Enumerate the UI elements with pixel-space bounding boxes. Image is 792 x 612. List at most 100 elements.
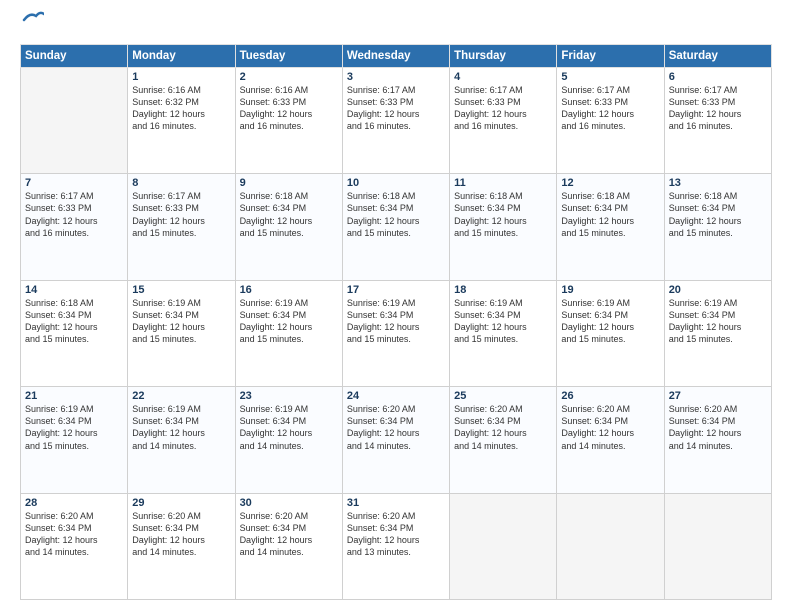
day-info: Sunrise: 6:17 AM Sunset: 6:33 PM Dayligh…	[561, 84, 659, 133]
day-info: Sunrise: 6:19 AM Sunset: 6:34 PM Dayligh…	[132, 403, 230, 452]
calendar-cell: 19Sunrise: 6:19 AM Sunset: 6:34 PM Dayli…	[557, 280, 664, 386]
page: SundayMondayTuesdayWednesdayThursdayFrid…	[0, 0, 792, 612]
calendar-cell	[557, 493, 664, 599]
calendar-cell: 5Sunrise: 6:17 AM Sunset: 6:33 PM Daylig…	[557, 67, 664, 173]
day-info: Sunrise: 6:19 AM Sunset: 6:34 PM Dayligh…	[240, 297, 338, 346]
day-info: Sunrise: 6:19 AM Sunset: 6:34 PM Dayligh…	[561, 297, 659, 346]
day-info: Sunrise: 6:19 AM Sunset: 6:34 PM Dayligh…	[347, 297, 445, 346]
day-number: 31	[347, 497, 445, 509]
calendar-cell	[21, 67, 128, 173]
day-info: Sunrise: 6:17 AM Sunset: 6:33 PM Dayligh…	[347, 84, 445, 133]
day-number: 19	[561, 284, 659, 296]
day-number: 20	[669, 284, 767, 296]
calendar-cell: 2Sunrise: 6:16 AM Sunset: 6:33 PM Daylig…	[235, 67, 342, 173]
day-info: Sunrise: 6:19 AM Sunset: 6:34 PM Dayligh…	[132, 297, 230, 346]
day-info: Sunrise: 6:19 AM Sunset: 6:34 PM Dayligh…	[454, 297, 552, 346]
calendar-cell: 6Sunrise: 6:17 AM Sunset: 6:33 PM Daylig…	[664, 67, 771, 173]
day-info: Sunrise: 6:18 AM Sunset: 6:34 PM Dayligh…	[347, 190, 445, 239]
day-number: 27	[669, 390, 767, 402]
day-number: 7	[25, 177, 123, 189]
day-info: Sunrise: 6:20 AM Sunset: 6:34 PM Dayligh…	[454, 403, 552, 452]
day-number: 29	[132, 497, 230, 509]
calendar-cell: 29Sunrise: 6:20 AM Sunset: 6:34 PM Dayli…	[128, 493, 235, 599]
day-info: Sunrise: 6:17 AM Sunset: 6:33 PM Dayligh…	[132, 190, 230, 239]
day-info: Sunrise: 6:19 AM Sunset: 6:34 PM Dayligh…	[25, 403, 123, 452]
calendar-cell: 15Sunrise: 6:19 AM Sunset: 6:34 PM Dayli…	[128, 280, 235, 386]
calendar-cell: 10Sunrise: 6:18 AM Sunset: 6:34 PM Dayli…	[342, 174, 449, 280]
day-info: Sunrise: 6:17 AM Sunset: 6:33 PM Dayligh…	[454, 84, 552, 133]
day-info: Sunrise: 6:20 AM Sunset: 6:34 PM Dayligh…	[347, 403, 445, 452]
calendar-cell: 1Sunrise: 6:16 AM Sunset: 6:32 PM Daylig…	[128, 67, 235, 173]
day-info: Sunrise: 6:20 AM Sunset: 6:34 PM Dayligh…	[561, 403, 659, 452]
calendar-table: SundayMondayTuesdayWednesdayThursdayFrid…	[20, 44, 772, 600]
day-number: 21	[25, 390, 123, 402]
calendar-cell: 26Sunrise: 6:20 AM Sunset: 6:34 PM Dayli…	[557, 387, 664, 493]
calendar-cell: 8Sunrise: 6:17 AM Sunset: 6:33 PM Daylig…	[128, 174, 235, 280]
day-number: 13	[669, 177, 767, 189]
day-number: 17	[347, 284, 445, 296]
calendar-cell: 12Sunrise: 6:18 AM Sunset: 6:34 PM Dayli…	[557, 174, 664, 280]
day-number: 24	[347, 390, 445, 402]
calendar-cell: 27Sunrise: 6:20 AM Sunset: 6:34 PM Dayli…	[664, 387, 771, 493]
calendar-cell: 17Sunrise: 6:19 AM Sunset: 6:34 PM Dayli…	[342, 280, 449, 386]
day-info: Sunrise: 6:20 AM Sunset: 6:34 PM Dayligh…	[240, 510, 338, 559]
day-info: Sunrise: 6:20 AM Sunset: 6:34 PM Dayligh…	[347, 510, 445, 559]
calendar-cell: 25Sunrise: 6:20 AM Sunset: 6:34 PM Dayli…	[450, 387, 557, 493]
day-info: Sunrise: 6:19 AM Sunset: 6:34 PM Dayligh…	[240, 403, 338, 452]
weekday-header-saturday: Saturday	[664, 44, 771, 67]
header	[20, 16, 772, 36]
day-number: 5	[561, 71, 659, 83]
day-number: 16	[240, 284, 338, 296]
weekday-header-tuesday: Tuesday	[235, 44, 342, 67]
weekday-header-sunday: Sunday	[21, 44, 128, 67]
day-info: Sunrise: 6:20 AM Sunset: 6:34 PM Dayligh…	[25, 510, 123, 559]
day-number: 9	[240, 177, 338, 189]
day-info: Sunrise: 6:18 AM Sunset: 6:34 PM Dayligh…	[454, 190, 552, 239]
logo	[20, 16, 44, 36]
calendar-cell: 30Sunrise: 6:20 AM Sunset: 6:34 PM Dayli…	[235, 493, 342, 599]
weekday-header-wednesday: Wednesday	[342, 44, 449, 67]
weekday-header-thursday: Thursday	[450, 44, 557, 67]
day-number: 18	[454, 284, 552, 296]
day-number: 22	[132, 390, 230, 402]
day-info: Sunrise: 6:17 AM Sunset: 6:33 PM Dayligh…	[25, 190, 123, 239]
day-number: 14	[25, 284, 123, 296]
day-info: Sunrise: 6:16 AM Sunset: 6:33 PM Dayligh…	[240, 84, 338, 133]
calendar-cell	[664, 493, 771, 599]
day-number: 15	[132, 284, 230, 296]
calendar-cell: 18Sunrise: 6:19 AM Sunset: 6:34 PM Dayli…	[450, 280, 557, 386]
weekday-header-friday: Friday	[557, 44, 664, 67]
day-number: 8	[132, 177, 230, 189]
weekday-header-monday: Monday	[128, 44, 235, 67]
calendar-cell: 7Sunrise: 6:17 AM Sunset: 6:33 PM Daylig…	[21, 174, 128, 280]
calendar-cell: 31Sunrise: 6:20 AM Sunset: 6:34 PM Dayli…	[342, 493, 449, 599]
day-number: 10	[347, 177, 445, 189]
day-number: 30	[240, 497, 338, 509]
day-number: 3	[347, 71, 445, 83]
calendar-cell: 22Sunrise: 6:19 AM Sunset: 6:34 PM Dayli…	[128, 387, 235, 493]
day-number: 25	[454, 390, 552, 402]
day-number: 4	[454, 71, 552, 83]
calendar-cell: 13Sunrise: 6:18 AM Sunset: 6:34 PM Dayli…	[664, 174, 771, 280]
day-info: Sunrise: 6:20 AM Sunset: 6:34 PM Dayligh…	[132, 510, 230, 559]
logo-bird-icon	[22, 10, 44, 28]
calendar-cell	[450, 493, 557, 599]
calendar-cell: 11Sunrise: 6:18 AM Sunset: 6:34 PM Dayli…	[450, 174, 557, 280]
day-number: 23	[240, 390, 338, 402]
day-number: 1	[132, 71, 230, 83]
calendar-cell: 9Sunrise: 6:18 AM Sunset: 6:34 PM Daylig…	[235, 174, 342, 280]
calendar-cell: 4Sunrise: 6:17 AM Sunset: 6:33 PM Daylig…	[450, 67, 557, 173]
calendar-cell: 21Sunrise: 6:19 AM Sunset: 6:34 PM Dayli…	[21, 387, 128, 493]
day-number: 12	[561, 177, 659, 189]
day-number: 26	[561, 390, 659, 402]
day-info: Sunrise: 6:18 AM Sunset: 6:34 PM Dayligh…	[240, 190, 338, 239]
day-info: Sunrise: 6:18 AM Sunset: 6:34 PM Dayligh…	[561, 190, 659, 239]
day-number: 6	[669, 71, 767, 83]
day-info: Sunrise: 6:18 AM Sunset: 6:34 PM Dayligh…	[669, 190, 767, 239]
calendar-cell: 20Sunrise: 6:19 AM Sunset: 6:34 PM Dayli…	[664, 280, 771, 386]
day-number: 2	[240, 71, 338, 83]
calendar-cell: 14Sunrise: 6:18 AM Sunset: 6:34 PM Dayli…	[21, 280, 128, 386]
day-number: 28	[25, 497, 123, 509]
calendar-cell: 24Sunrise: 6:20 AM Sunset: 6:34 PM Dayli…	[342, 387, 449, 493]
calendar-cell: 23Sunrise: 6:19 AM Sunset: 6:34 PM Dayli…	[235, 387, 342, 493]
